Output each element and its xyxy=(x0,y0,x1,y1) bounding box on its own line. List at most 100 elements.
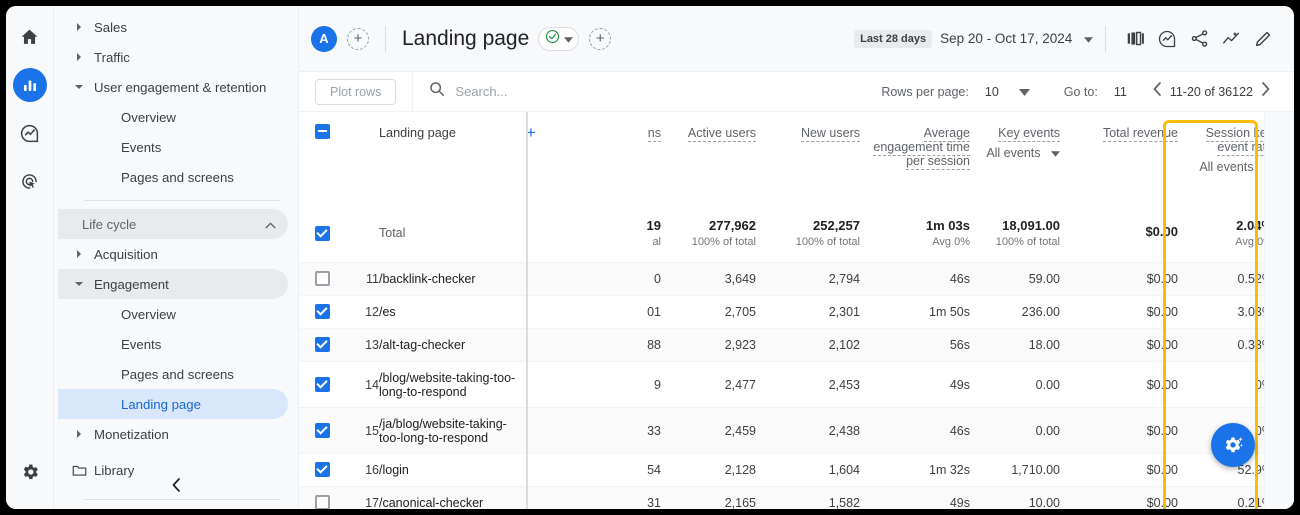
column-header-total-revenue[interactable]: Total revenue xyxy=(1060,112,1178,204)
column-header-label: New users xyxy=(801,126,860,142)
compare-icon[interactable] xyxy=(1120,24,1150,54)
sidebar-item-events-retention[interactable]: Events xyxy=(58,132,288,162)
explore-icon[interactable] xyxy=(13,116,47,150)
row-checkbox-cell xyxy=(299,487,345,510)
previous-page-button[interactable] xyxy=(1145,82,1170,101)
total-revenue-value: $0.00 xyxy=(1145,224,1178,239)
reports-icon[interactable] xyxy=(13,68,47,102)
sidebar-item-traffic[interactable]: Traffic xyxy=(58,42,288,72)
add-report-button[interactable]: + xyxy=(589,28,611,50)
plus-icon[interactable]: + xyxy=(526,123,536,142)
date-range-selector[interactable]: Sep 20 - Oct 17, 2024 xyxy=(940,31,1093,46)
sidebar-item-user-engagement-retention[interactable]: User engagement & retention xyxy=(58,72,288,102)
row-key-events: 0.00 xyxy=(970,362,1060,408)
row-avg-engagement: 49s xyxy=(860,487,970,510)
column-header-active-users[interactable]: Active users xyxy=(661,112,756,204)
row-dimension[interactable]: /login xyxy=(379,454,526,487)
pagination-controls: Rows per page: 10 Go to: 11 11-20 of 361… xyxy=(881,82,1294,101)
rows-per-page-value[interactable]: 10 xyxy=(985,85,999,99)
row-checkbox[interactable] xyxy=(315,377,330,392)
key-events-filter[interactable]: All events xyxy=(970,146,1060,160)
row-checkbox[interactable] xyxy=(315,271,330,286)
row-dimension[interactable]: /backlink-checker xyxy=(379,263,526,296)
sidebar-item-engagement[interactable]: Engagement xyxy=(58,269,288,299)
folder-icon xyxy=(68,464,90,477)
sidebar-divider xyxy=(84,200,280,201)
row-checkbox[interactable] xyxy=(315,495,330,509)
sidebar-item-events-engagement[interactable]: Events xyxy=(58,329,288,359)
gear-sparkle-icon[interactable] xyxy=(1211,423,1255,467)
row-index: 16 xyxy=(345,454,379,487)
search-box[interactable] xyxy=(413,81,881,102)
sidebar-item-label: User engagement & retention xyxy=(90,80,266,95)
column-header-session-key-event-rate[interactable]: Session key event rate All events xyxy=(1178,112,1273,204)
sidebar-item-acquisition[interactable]: Acquisition xyxy=(58,239,288,269)
row-key-events: 236.00 xyxy=(970,296,1060,329)
share-icon[interactable] xyxy=(1184,24,1214,54)
trend-icon[interactable] xyxy=(1216,24,1246,54)
sidebar-section-life-cycle[interactable]: Life cycle xyxy=(58,209,288,239)
select-all-checkbox[interactable] xyxy=(315,124,330,139)
table-row[interactable]: 11 /backlink-checker 0 3,649 2,794 46s 5… xyxy=(299,263,1294,296)
search-input[interactable] xyxy=(455,84,715,99)
sidebar-item-pages-and-screens-engagement[interactable]: Pages and screens xyxy=(58,359,288,389)
chevron-right-icon xyxy=(68,430,90,438)
add-comparison-button[interactable]: + xyxy=(347,28,369,50)
column-header-sessions[interactable]: ns xyxy=(566,112,661,204)
row-checkbox-cell xyxy=(299,296,345,329)
row-checkbox[interactable] xyxy=(315,304,330,319)
sidebar-item-pages-and-screens-retention[interactable]: Pages and screens xyxy=(58,162,288,192)
insights-icon[interactable] xyxy=(1152,24,1182,54)
row-checkbox[interactable] xyxy=(315,423,330,438)
row-dimension[interactable]: /blog/website-taking-too-long-to-respond xyxy=(379,362,526,408)
row-checkbox[interactable] xyxy=(315,337,330,352)
table-row[interactable]: 13 /alt-tag-checker 88 2,923 2,102 56s 1… xyxy=(299,329,1294,362)
sidebar-collapse-button[interactable] xyxy=(54,478,298,497)
row-dimension[interactable]: /canonical-checker xyxy=(379,487,526,510)
next-page-button[interactable] xyxy=(1253,82,1278,101)
avatar[interactable]: A xyxy=(311,26,337,52)
row-sessions: 01 xyxy=(566,296,661,329)
goto-value[interactable]: 11 xyxy=(1114,85,1127,99)
edit-pencil-icon[interactable] xyxy=(1248,24,1278,54)
row-dimension[interactable]: /es xyxy=(379,296,526,329)
sidebar-item-sales[interactable]: Sales xyxy=(58,12,288,42)
total-index-cell xyxy=(345,204,379,263)
total-key-events-value: 18,091.00 xyxy=(1002,218,1060,233)
advertising-icon[interactable] xyxy=(13,164,47,198)
total-row-checkbox[interactable] xyxy=(315,226,330,241)
chevron-down-icon[interactable] xyxy=(1019,85,1030,99)
row-checkbox-cell xyxy=(299,204,345,263)
row-checkbox-cell xyxy=(299,408,345,454)
total-spacer-cell xyxy=(526,204,566,263)
column-header-label: Average engagement time per session xyxy=(873,126,970,170)
table-row[interactable]: 15 /ja/blog/website-taking-too-long-to-r… xyxy=(299,408,1294,454)
total-new-users-note: 100% of total xyxy=(756,236,860,248)
row-key-events: 59.00 xyxy=(970,263,1060,296)
column-header-new-users[interactable]: New users xyxy=(756,112,860,204)
total-new-users-value: 252,257 xyxy=(813,218,860,233)
sidebar-item-overview-retention[interactable]: Overview xyxy=(58,102,288,132)
chevron-up-icon xyxy=(265,217,276,232)
plot-rows-button[interactable]: Plot rows xyxy=(315,79,396,105)
column-header-avg-engagement-time[interactable]: Average engagement time per session xyxy=(860,112,970,204)
admin-gear-icon[interactable] xyxy=(15,457,45,487)
table-row[interactable]: 12 /es 01 2,705 2,301 1m 50s 236.00 $0.0… xyxy=(299,296,1294,329)
session-key-event-rate-filter[interactable]: All events xyxy=(1178,160,1273,174)
vertical-scrollbar[interactable] xyxy=(1264,112,1294,509)
total-avg-engagement: 1m 03s Avg 0% xyxy=(860,204,970,263)
sidebar-item-overview-engagement[interactable]: Overview xyxy=(58,299,288,329)
chevron-down-icon xyxy=(1084,31,1093,46)
row-dimension[interactable]: /ja/blog/website-taking-too-long-to-resp… xyxy=(379,408,526,454)
row-dimension[interactable]: /alt-tag-checker xyxy=(379,329,526,362)
column-header-key-events[interactable]: Key events All events xyxy=(970,112,1060,204)
report-status-dropdown[interactable] xyxy=(538,27,579,51)
home-icon[interactable] xyxy=(13,20,47,54)
row-checkbox[interactable] xyxy=(315,462,330,477)
table-row[interactable]: 16 /login 54 2,128 1,604 1m 32s 1,710.00… xyxy=(299,454,1294,487)
sidebar-item-monetization[interactable]: Monetization xyxy=(58,419,288,449)
analytics-app-window: Sales Traffic User engagement & retentio… xyxy=(6,6,1294,509)
table-row[interactable]: 14 /blog/website-taking-too-long-to-resp… xyxy=(299,362,1294,408)
sidebar-item-landing-page[interactable]: Landing page xyxy=(58,389,288,419)
table-row[interactable]: 17 /canonical-checker 31 2,165 1,582 49s… xyxy=(299,487,1294,510)
